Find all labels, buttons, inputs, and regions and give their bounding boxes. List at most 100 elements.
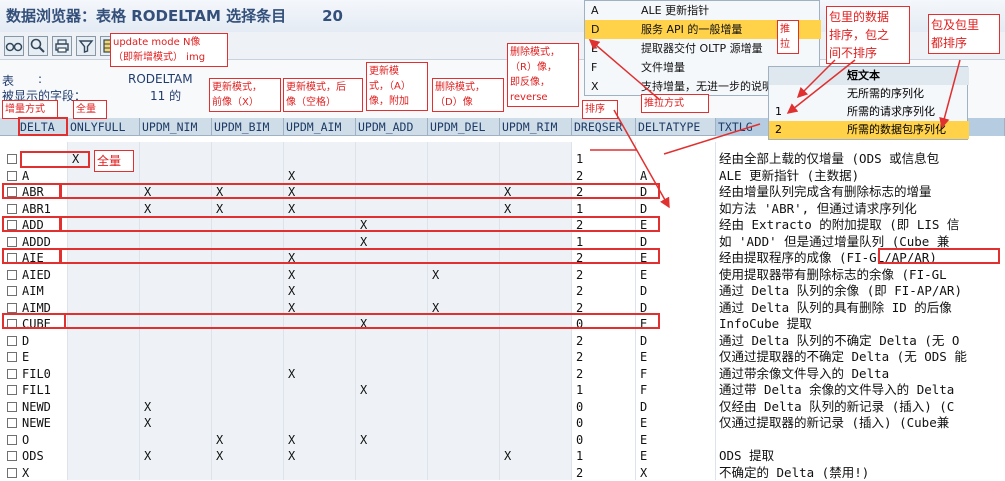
row-checkbox[interactable] <box>7 286 17 296</box>
note-update-add: 更新模 式，（A） 像，附加 <box>366 62 428 111</box>
table-row[interactable]: ABR1XXXX1D如方法 'ABR', 但通过请求序列化 <box>0 201 1005 218</box>
print-icon[interactable] <box>52 36 72 56</box>
cell-deltatype: D <box>640 234 647 251</box>
col-header-deltatype[interactable]: DELTATYPE <box>636 118 716 136</box>
table-row[interactable]: ODSXXXX1EODS 提取 <box>0 448 1005 465</box>
row-checkbox[interactable] <box>7 418 17 428</box>
col-header-dreqser[interactable]: DREQSER <box>572 118 636 136</box>
cell-updm-nim: X <box>144 399 151 416</box>
col-header-updm-bim[interactable]: UPDM_BIM <box>212 118 284 136</box>
dreqser-option[interactable]: 无所需的序列化 <box>769 85 969 103</box>
cell-txtlg: 经由增量队列完成含有删除标志的增量 <box>719 184 1005 201</box>
col-header-updm-add[interactable]: UPDM_ADD <box>356 118 428 136</box>
table-row[interactable]: X2X不确定的 Delta (禁用!) <box>0 465 1005 481</box>
cell-delta: AIM <box>22 283 44 300</box>
row-checkbox[interactable] <box>7 451 17 461</box>
table-row[interactable]: FIL1X1F通过带 Delta 余像的文件导入的 Delta <box>0 382 1005 399</box>
cell-dreqser: 2 <box>576 250 583 267</box>
row-checkbox[interactable] <box>7 402 17 412</box>
table-name: RODELTAM <box>128 72 193 86</box>
table-row[interactable]: CUBEX0EInfoCube 提取 <box>0 316 1005 333</box>
table-row[interactable]: AIMX2D通过 Delta 队列的余像 (即 FI-AP/AR) <box>0 283 1005 300</box>
cell-dreqser: 1 <box>576 151 583 168</box>
table-row[interactable]: NEWDX0D仅经由 Delta 队列的新记录 (插入) (C <box>0 399 1005 416</box>
cell-delta: D <box>22 333 29 350</box>
cell-deltatype: D <box>640 184 647 201</box>
cell-deltatype: A <box>640 168 647 185</box>
cell-txtlg: ALE 更新指针 (主数据) <box>719 168 1005 185</box>
cell-delta: AIMD <box>22 300 51 317</box>
cell-updm-nim: X <box>144 201 151 218</box>
cell-dreqser: 2 <box>576 349 583 366</box>
row-checkbox[interactable] <box>7 468 17 478</box>
find-icon[interactable] <box>28 36 48 56</box>
col-header-delta[interactable]: DELTA <box>18 118 68 136</box>
col-header-updm-rim[interactable]: UPDM_RIM <box>500 118 572 136</box>
note-pull: 推 拉 <box>777 20 799 54</box>
cell-updm-nim: X <box>144 448 151 465</box>
row-checkbox[interactable] <box>7 319 17 329</box>
row-checkbox[interactable] <box>7 369 17 379</box>
row-checkbox[interactable] <box>7 187 17 197</box>
cell-txtlg: 经由 Extracto 的附加提取 (即 LIS 信 <box>719 217 1005 234</box>
cell-dreqser: 0 <box>576 415 583 432</box>
row-checkbox[interactable] <box>7 336 17 346</box>
table-row[interactable]: OXXX0E <box>0 432 1005 449</box>
table-row[interactable]: ABRXXXX2D经由增量队列完成含有删除标志的增量 <box>0 184 1005 201</box>
cell-delta: ADDD <box>22 234 51 251</box>
row-checkbox[interactable] <box>7 154 17 164</box>
row-checkbox[interactable] <box>7 303 17 313</box>
deltatype-option[interactable]: AALE 更新指针 <box>585 1 821 20</box>
option-key: D <box>591 20 599 39</box>
cell-dreqser: 0 <box>576 432 583 449</box>
note-full-marker: 全量 <box>94 150 134 172</box>
table-row[interactable]: AIMDXX2D通过 Delta 队列的具有删除 ID 的后像 <box>0 300 1005 317</box>
table-row[interactable]: E2E仅通过提取器的不确定 Delta (无 ODS 能 <box>0 349 1005 366</box>
table-row[interactable]: ADDDX1D如 'ADD' 但是通过增量队列 (Cube 兼 <box>0 234 1005 251</box>
col-header-updm-del[interactable]: UPDM_DEL <box>428 118 500 136</box>
cell-updm-aim: X <box>288 184 295 201</box>
cell-updm-add: X <box>360 432 367 449</box>
dreqser-dropdown[interactable]: 短文本 无所需的序列化 1所需的请求序列化 2所需的数据包序列化 <box>768 66 968 140</box>
cell-dreqser: 0 <box>576 316 583 333</box>
col-header-updm-aim[interactable]: UPDM_AIM <box>284 118 356 136</box>
table-row[interactable]: AX2AALE 更新指针 (主数据) <box>0 168 1005 185</box>
entry-count: 20 <box>322 7 343 25</box>
row-checkbox[interactable] <box>7 385 17 395</box>
cell-delta: ABR <box>22 184 44 201</box>
row-checkbox[interactable] <box>7 204 17 214</box>
option-text: 提取器交付 OLTP 源增量 <box>641 39 763 58</box>
cell-deltatype: E <box>640 267 647 284</box>
cell-updm-aim: X <box>288 366 295 383</box>
cell-txtlg: 通过 Delta 队列的具有删除 ID 的后像 <box>719 300 1005 317</box>
dreqser-option[interactable]: 1所需的请求序列化 <box>769 103 969 121</box>
row-checkbox[interactable] <box>7 171 17 181</box>
table-row[interactable]: FIL0X2F通过带余像文件导入的 Delta <box>0 366 1005 383</box>
cell-dreqser: 1 <box>576 201 583 218</box>
cell-delta: FIL1 <box>22 382 51 399</box>
row-checkbox[interactable] <box>7 352 17 362</box>
cell-delta: ABR1 <box>22 201 51 218</box>
cell-onlyfull: X <box>72 151 79 168</box>
table-row[interactable]: ADDX2E经由 Extracto 的附加提取 (即 LIS 信 <box>0 217 1005 234</box>
filter-icon[interactable] <box>76 36 96 56</box>
row-checkbox[interactable] <box>7 435 17 445</box>
option-text: 所需的请求序列化 <box>847 103 935 121</box>
cell-dreqser: 2 <box>576 300 583 317</box>
row-checkbox[interactable] <box>7 270 17 280</box>
table-row[interactable]: X1经由全部上载的仅增量 (ODS 或信息包 <box>0 151 1005 168</box>
col-header-onlyfull[interactable]: ONLYFULL <box>68 118 140 136</box>
dreqser-option-selected[interactable]: 2所需的数据包序列化 <box>769 121 969 139</box>
cell-txtlg: 如 'ADD' 但是通过增量队列 (Cube 兼 <box>719 234 1005 251</box>
row-checkbox[interactable] <box>7 253 17 263</box>
cell-delta: NEWE <box>22 415 51 432</box>
row-checkbox[interactable] <box>7 220 17 230</box>
table-row[interactable]: AIEX2E经由提取程序的成像 (FI-GL/AP/AR) <box>0 250 1005 267</box>
table-row[interactable]: D2D通过 Delta 队列的不确定 Delta (无 O <box>0 333 1005 350</box>
table-row[interactable]: NEWEX0E仅通过提取器的新记录 (插入) (Cube兼 <box>0 415 1005 432</box>
cell-updm-aim: X <box>288 250 295 267</box>
glasses-icon[interactable] <box>4 36 24 56</box>
table-row[interactable]: AIEDXX2E使用提取器带有删除标志的余像 (FI-GL <box>0 267 1005 284</box>
row-checkbox[interactable] <box>7 237 17 247</box>
col-header-updm-nim[interactable]: UPDM_NIM <box>140 118 212 136</box>
